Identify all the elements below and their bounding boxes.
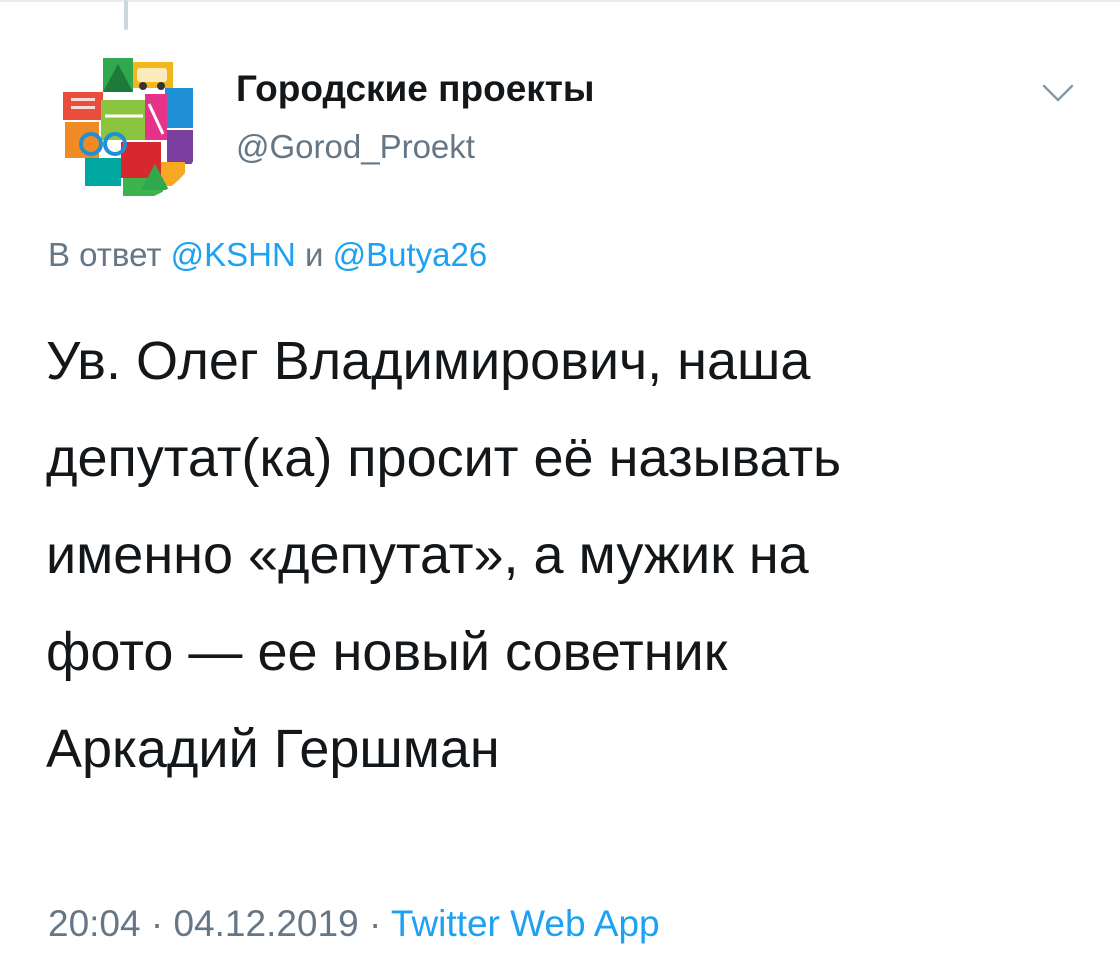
tweet-detail: Городские проекты @Gorod_Proekt В ответ … [0,0,1120,973]
author-handle[interactable]: @Gorod_Proekt [236,128,475,166]
thread-connector [124,0,128,30]
tweet-text-line: Аркадий Гершман [46,719,500,779]
mention-link[interactable]: @KSHN [171,236,296,273]
author-display-name[interactable]: Городские проекты [236,68,595,110]
city-projects-logo [45,44,203,202]
reply-prefix: В ответ [48,236,162,273]
tweet-text-line: фото — ее новый советник [46,622,728,682]
divider [0,0,1120,2]
mention-link[interactable]: @Butya26 [333,236,488,273]
meta-separator: · [150,903,164,944]
reply-conjunction: и [305,236,324,273]
meta-separator: · [368,903,382,944]
tweet-text-line: депутат(ка) просит её называть [46,428,842,488]
tweet-text-line: Ув. Олег Владимирович, наша [46,331,811,391]
tweet-metadata: 20:04 · 04.12.2019 · Twitter Web App [48,903,660,945]
tweet-text: Ув. Олег Владимирович, наша депутат(ка) … [46,313,1086,798]
tweet-date[interactable]: 04.12.2019 [173,903,358,944]
tweet-text-line: именно «депутат», а мужик на [46,525,809,585]
reply-context: В ответ @KSHN и @Butya26 [48,236,487,274]
avatar[interactable] [45,44,203,202]
tweet-time[interactable]: 20:04 [48,903,141,944]
chevron-down-icon[interactable] [1036,78,1080,108]
tweet-source-link[interactable]: Twitter Web App [391,903,660,944]
